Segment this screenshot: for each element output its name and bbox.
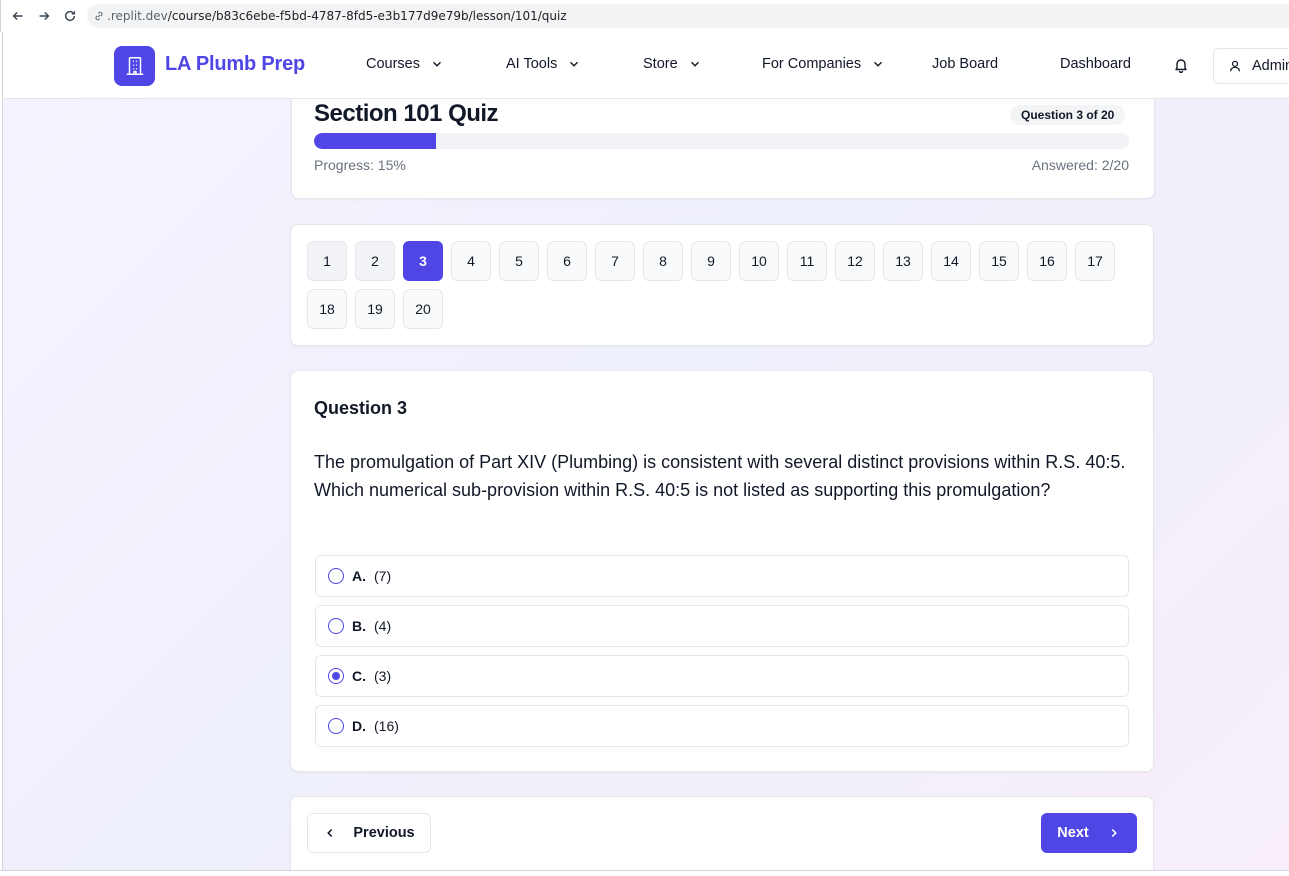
url-host: .replit.dev bbox=[107, 9, 168, 23]
option-c[interactable]: C. (3) bbox=[315, 655, 1129, 697]
answered-label: Answered: 2/20 bbox=[1031, 157, 1129, 173]
progress-bar-fill bbox=[314, 133, 437, 149]
question-number-19[interactable]: 19 bbox=[355, 289, 395, 329]
forward-icon[interactable] bbox=[31, 3, 57, 29]
window-bottom-edge bbox=[0, 870, 1289, 876]
chevron-left-icon bbox=[327, 828, 333, 838]
radio-selected-dot bbox=[332, 672, 340, 680]
option-text: (4) bbox=[374, 618, 392, 634]
question-number-3[interactable]: 3 bbox=[403, 241, 443, 281]
question-number-2[interactable]: 2 bbox=[355, 241, 395, 281]
user-menu-label: Admin bbox=[1252, 58, 1289, 74]
option-letter: A. bbox=[352, 568, 366, 584]
question-text: The promulgation of Part XIV (Plumbing) … bbox=[314, 452, 1126, 500]
quiz-title: Section 101 Quiz bbox=[314, 100, 499, 127]
nav-store-label: Store bbox=[643, 56, 678, 72]
progress-bar bbox=[314, 133, 1129, 149]
chevron-down-icon bbox=[690, 61, 699, 67]
question-number-20[interactable]: 20 bbox=[403, 289, 443, 329]
radio-button[interactable] bbox=[328, 718, 344, 734]
question-number-16[interactable]: 16 bbox=[1027, 241, 1067, 281]
question-count-badge: Question 3 of 20 bbox=[1010, 105, 1126, 125]
question-number-6[interactable]: 6 bbox=[547, 241, 587, 281]
option-text: (7) bbox=[374, 568, 392, 584]
chevron-right-icon bbox=[1111, 828, 1117, 838]
nav-courses[interactable]: Courses bbox=[366, 56, 444, 72]
question-number-1[interactable]: 1 bbox=[307, 241, 347, 281]
option-a[interactable]: A. (7) bbox=[315, 555, 1129, 597]
question-number-12[interactable]: 12 bbox=[835, 241, 875, 281]
question-number-13[interactable]: 13 bbox=[883, 241, 923, 281]
question-heading: Question 3 bbox=[314, 398, 408, 418]
option-d[interactable]: D. (16) bbox=[315, 705, 1129, 747]
nav-ai-tools-label: AI Tools bbox=[506, 56, 558, 72]
radio-button[interactable] bbox=[328, 668, 344, 684]
question-number-11[interactable]: 11 bbox=[787, 241, 827, 281]
nav-dashboard[interactable]: Dashboard bbox=[1060, 56, 1131, 72]
bell-icon[interactable] bbox=[1173, 57, 1189, 73]
nav-job-board-label: Job Board bbox=[932, 56, 999, 72]
question-number-7[interactable]: 7 bbox=[595, 241, 635, 281]
reload-icon[interactable] bbox=[57, 3, 83, 29]
nav-store[interactable]: Store bbox=[643, 56, 702, 72]
back-icon[interactable] bbox=[5, 3, 31, 29]
chevron-down-icon bbox=[874, 61, 883, 67]
url-path: /course/b83c6ebe-f5bd-4787-8fd5-e3b177d9… bbox=[167, 9, 567, 23]
address-bar[interactable]: .replit.dev/course/b83c6ebe-f5bd-4787-8f… bbox=[87, 4, 1289, 28]
progress-label: Progress: 15% bbox=[314, 157, 406, 173]
option-b[interactable]: B. (4) bbox=[315, 605, 1129, 647]
user-menu-button[interactable]: Admin bbox=[1213, 48, 1289, 84]
link-icon bbox=[95, 11, 103, 21]
question-number-5[interactable]: 5 bbox=[499, 241, 539, 281]
browser-toolbar: .replit.dev/course/b83c6ebe-f5bd-4787-8f… bbox=[0, 0, 1289, 32]
question-number-14[interactable]: 14 bbox=[931, 241, 971, 281]
user-icon bbox=[1230, 60, 1240, 72]
nav-for-companies-label: For Companies bbox=[762, 56, 862, 72]
nav-job-board[interactable]: Job Board bbox=[932, 56, 998, 72]
option-letter: B. bbox=[352, 618, 366, 634]
question-number-15[interactable]: 15 bbox=[979, 241, 1019, 281]
option-text: (16) bbox=[374, 718, 399, 734]
logo[interactable] bbox=[114, 46, 155, 86]
nav-ai-tools[interactable]: AI Tools bbox=[506, 56, 581, 72]
next-label: Next bbox=[1057, 825, 1089, 841]
app-header: LA Plumb Prep Courses AI Tools Store For… bbox=[3, 32, 1289, 99]
chevron-down-icon bbox=[570, 61, 579, 67]
question-number-9[interactable]: 9 bbox=[691, 241, 731, 281]
brand-name[interactable]: LA Plumb Prep bbox=[165, 53, 305, 76]
question-number-4[interactable]: 4 bbox=[451, 241, 491, 281]
question-number-18[interactable]: 18 bbox=[307, 289, 347, 329]
question-number-10[interactable]: 10 bbox=[739, 241, 779, 281]
nav-dashboard-label: Dashboard bbox=[1060, 56, 1131, 72]
option-letter: C. bbox=[352, 668, 366, 684]
option-letter: D. bbox=[352, 718, 366, 734]
nav-courses-label: Courses bbox=[366, 56, 420, 72]
next-button[interactable]: Next bbox=[1041, 813, 1137, 853]
radio-button[interactable] bbox=[328, 618, 344, 634]
chevron-down-icon bbox=[433, 61, 441, 67]
previous-button[interactable]: Previous bbox=[307, 813, 431, 853]
nav-for-companies[interactable]: For Companies bbox=[762, 56, 885, 72]
previous-label: Previous bbox=[353, 825, 415, 841]
radio-button[interactable] bbox=[328, 568, 344, 584]
question-number-8[interactable]: 8 bbox=[643, 241, 683, 281]
option-text: (3) bbox=[374, 668, 392, 684]
question-number-17[interactable]: 17 bbox=[1075, 241, 1115, 281]
building-icon bbox=[126, 57, 143, 75]
